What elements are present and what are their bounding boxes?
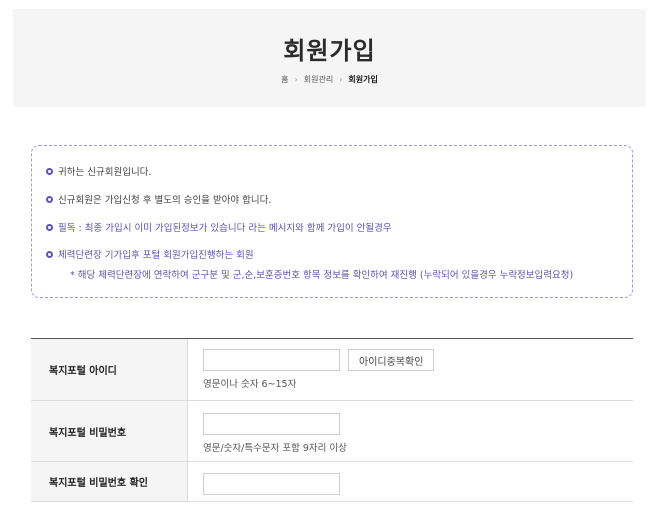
notice-text: 귀하는 신규회원입니다. [58,167,152,178]
breadcrumb-home[interactable]: 홈 [281,75,288,84]
id-label: 복지포털 아이디 [31,339,187,400]
circle-bullet-icon [46,223,53,231]
id-cell: 아이디중복확인 영문이나 숫자 6~15자 [187,339,633,400]
form-row-password: 복지포털 비밀번호 영문/숫자/특수문자 포함 9자리 이상 [31,401,633,462]
password-confirm-input[interactable] [203,472,340,495]
notice-box: 귀하는 신규회원입니다. 신규회원은 가입신청 후 별도의 승인을 받아야 합니… [31,145,633,298]
form-row-password-confirm: 복지포털 비밀번호 확인 [31,462,633,502]
notice-item: 신규회원은 가입신청 후 별도의 승인을 받아야 합니다. [46,192,271,206]
notice-sub-text: * 해당 체력단련장에 연락하여 군구분 및 군,순,보훈증번호 항목 정보를 … [70,270,574,281]
notice-item: 체력단련장 기가입후 포털 회원가입진행하는 회원 [46,247,254,261]
breadcrumb: 홈 › 회원관리 › 회원가입 [13,74,646,85]
breadcrumb-member-management[interactable]: 회원관리 [304,75,333,84]
breadcrumb-current: 회원가입 [348,75,378,84]
notice-text: 체력단련장 기가입후 포털 회원가입진행하는 회원 [58,250,254,261]
circle-bullet-icon [46,167,53,175]
breadcrumb-separator-icon: › [339,75,343,84]
id-input[interactable] [203,349,340,371]
password-confirm-cell [187,462,633,501]
password-label: 복지포털 비밀번호 [31,401,187,461]
circle-bullet-icon [46,250,53,258]
password-input[interactable] [203,412,340,435]
notice-text: 필독 : 최종 가입시 이미 가입된정보가 있습니다 라는 메시지와 함께 가입… [58,223,392,234]
breadcrumb-separator-icon: › [294,75,298,84]
circle-bullet-icon [46,195,53,203]
form-row-id: 복지포털 아이디 아이디중복확인 영문이나 숫자 6~15자 [31,339,633,401]
notice-item: 필독 : 최종 가입시 이미 가입된정보가 있습니다 라는 메시지와 함께 가입… [46,220,392,234]
page-title: 회원가입 [283,37,376,65]
page-header: 회원가입 홈 › 회원관리 › 회원가입 [13,9,646,107]
password-hint: 영문/숫자/특수문자 포함 9자리 이상 [203,442,347,454]
password-cell: 영문/숫자/특수문자 포함 9자리 이상 [187,401,633,461]
password-confirm-label: 복지포털 비밀번호 확인 [31,462,187,501]
id-hint: 영문이나 숫자 6~15자 [203,379,297,390]
notice-item: 귀하는 신규회원입니다. [46,164,151,178]
signup-form: 복지포털 아이디 아이디중복확인 영문이나 숫자 6~15자 복지포털 비밀번호… [31,338,633,502]
notice-text: 신규회원은 가입신청 후 별도의 승인을 받아야 합니다. [58,195,272,206]
id-duplicate-check-button[interactable]: 아이디중복확인 [348,349,435,371]
